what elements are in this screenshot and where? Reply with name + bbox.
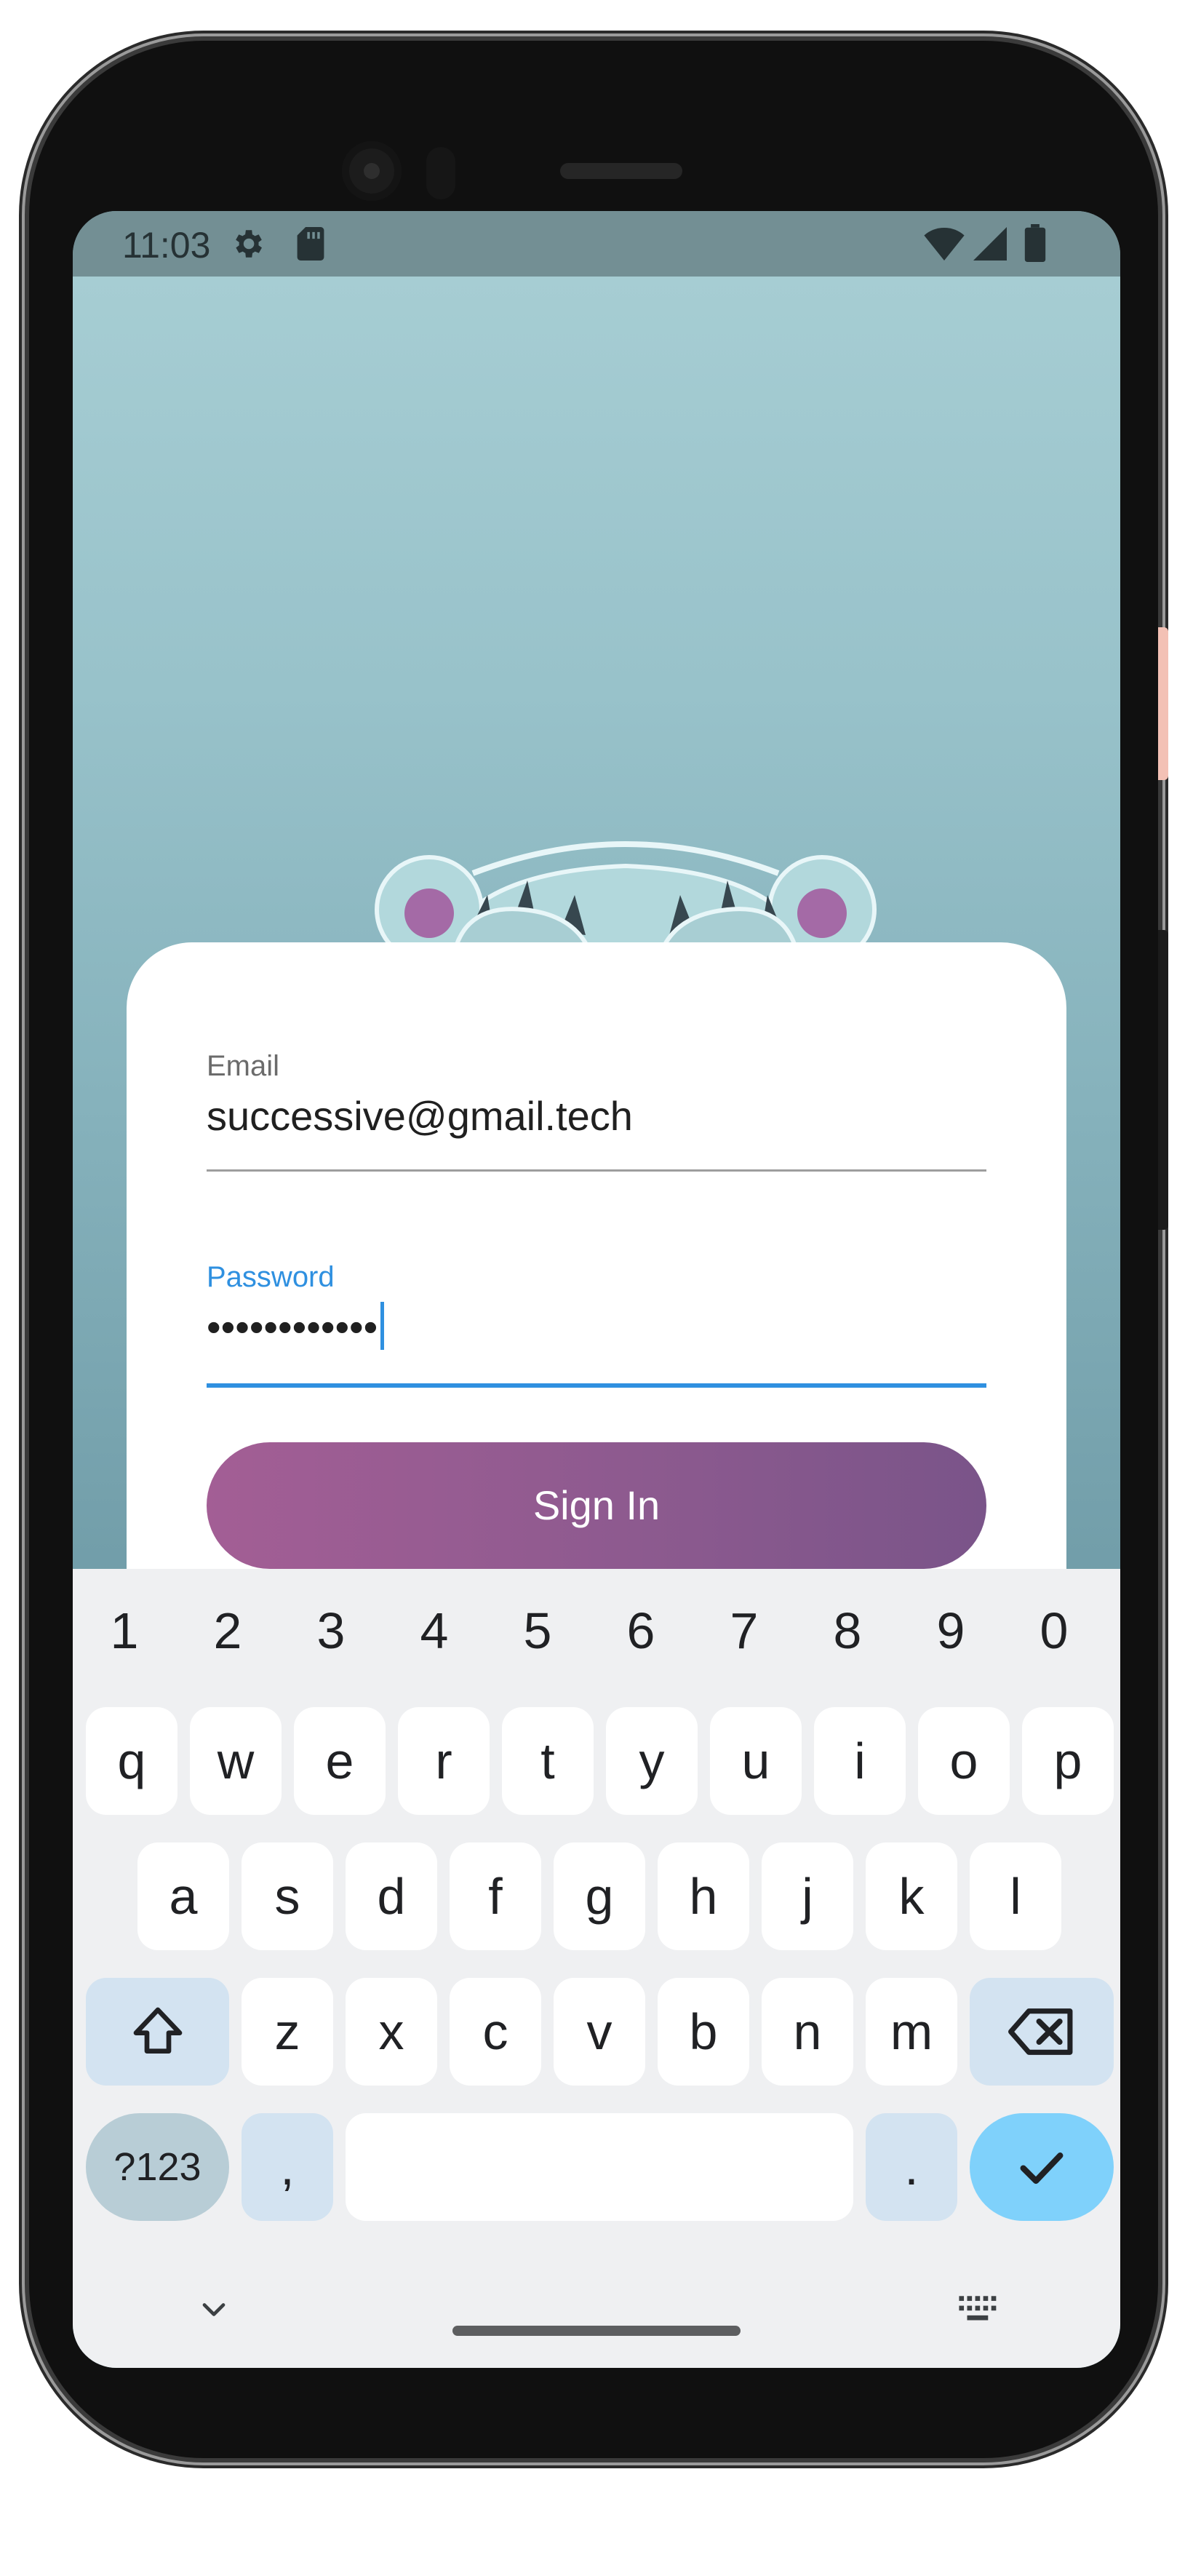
enter-key[interactable] (970, 2113, 1114, 2221)
key-f[interactable]: f (450, 1842, 541, 1950)
comma-key[interactable]: , (242, 2113, 333, 2221)
power-button (1158, 627, 1168, 780)
key-r[interactable]: r (398, 1707, 490, 1815)
key-8[interactable]: 8 (796, 1583, 899, 1678)
email-label: Email (207, 1050, 280, 1082)
keyboard-icon[interactable] (956, 2292, 1001, 2326)
period-key[interactable]: . (866, 2113, 957, 2221)
chevron-down-icon[interactable] (195, 2291, 233, 2329)
symbols-key[interactable]: ?123 (86, 2113, 229, 2221)
number-row: 1 2 3 4 5 6 7 8 9 0 (73, 1583, 1120, 1678)
backspace-icon (1008, 2008, 1073, 2055)
key-q[interactable]: q (86, 1707, 177, 1815)
key-w[interactable]: w (190, 1707, 282, 1815)
email-underline (207, 1169, 986, 1172)
key-l[interactable]: l (970, 1842, 1061, 1950)
home-indicator[interactable] (452, 2326, 741, 2336)
key-p[interactable]: p (1022, 1707, 1114, 1815)
earpiece-speaker (560, 163, 682, 179)
shift-icon (133, 2007, 182, 2054)
key-2[interactable]: 2 (176, 1583, 279, 1678)
key-k[interactable]: k (866, 1842, 957, 1950)
text-cursor (380, 1302, 385, 1351)
key-1[interactable]: 1 (73, 1583, 176, 1678)
key-e[interactable]: e (294, 1707, 386, 1815)
key-i[interactable]: i (814, 1707, 906, 1815)
wifi-icon (924, 227, 965, 261)
status-time: 11:03 (122, 225, 211, 266)
key-x[interactable]: x (346, 1978, 437, 2086)
key-y[interactable]: y (606, 1707, 698, 1815)
key-6[interactable]: 6 (589, 1583, 693, 1678)
screen: 11:03 Email successive@gmail.tech Passwo… (73, 211, 1120, 2368)
key-4[interactable]: 4 (383, 1583, 486, 1678)
password-input[interactable]: •••••••••••• (207, 1302, 385, 1354)
status-bar: 11:03 (73, 211, 1120, 277)
key-b[interactable]: b (658, 1978, 749, 2086)
key-j[interactable]: j (762, 1842, 853, 1950)
password-field[interactable]: Password •••••••••••• (207, 1261, 986, 1392)
key-s[interactable]: s (242, 1842, 333, 1950)
key-3[interactable]: 3 (279, 1583, 383, 1678)
key-m[interactable]: m (866, 1978, 957, 2086)
key-o[interactable]: o (918, 1707, 1010, 1815)
checkmark-icon (1020, 2152, 1064, 2185)
space-key[interactable] (346, 2113, 853, 2221)
key-z[interactable]: z (242, 1978, 333, 2086)
key-a[interactable]: a (137, 1842, 229, 1950)
email-field[interactable]: Email successive@gmail.tech (207, 1050, 986, 1174)
battery-icon (1024, 224, 1046, 262)
key-9[interactable]: 9 (899, 1583, 1002, 1678)
key-0[interactable]: 0 (1002, 1583, 1106, 1678)
key-d[interactable]: d (346, 1842, 437, 1950)
shift-key[interactable] (86, 1978, 229, 2086)
backspace-key[interactable] (970, 1978, 1114, 2086)
key-5[interactable]: 5 (486, 1583, 589, 1678)
soft-keyboard: 1 2 3 4 5 6 7 8 9 0 q w e r t y u i o p … (73, 1569, 1120, 2368)
key-u[interactable]: u (710, 1707, 802, 1815)
gear-icon (236, 230, 262, 258)
key-g[interactable]: g (554, 1842, 645, 1950)
cell-signal-icon (973, 227, 1007, 261)
proximity-sensor (426, 147, 455, 199)
key-7[interactable]: 7 (693, 1583, 796, 1678)
sd-card-icon (297, 227, 324, 261)
password-label: Password (207, 1261, 335, 1293)
email-input[interactable]: successive@gmail.tech (207, 1092, 633, 1140)
key-c[interactable]: c (450, 1978, 541, 2086)
password-dots: •••••••••••• (207, 1304, 378, 1350)
key-t[interactable]: t (502, 1707, 594, 1815)
volume-button (1158, 930, 1168, 1230)
front-camera (342, 141, 402, 201)
password-underline (207, 1383, 986, 1388)
key-n[interactable]: n (762, 1978, 853, 2086)
sign-in-button[interactable]: Sign In (207, 1442, 986, 1569)
key-h[interactable]: h (658, 1842, 749, 1950)
key-v[interactable]: v (554, 1978, 645, 2086)
